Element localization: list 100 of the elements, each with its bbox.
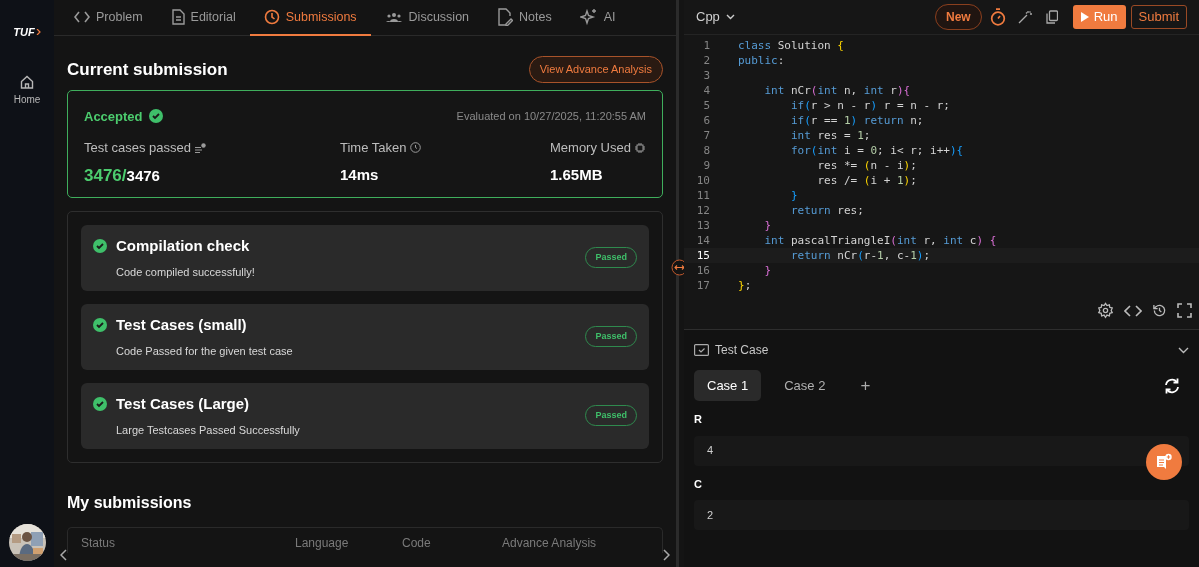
code-line: return nCr(r-1, c-1); <box>789 248 931 263</box>
checkbox-window-icon <box>694 344 709 356</box>
stat-value: 1.65MB <box>550 164 604 185</box>
refresh-icon[interactable] <box>1163 376 1181 395</box>
chevron-right-icon[interactable] <box>662 549 670 561</box>
column-header: Code <box>402 535 432 552</box>
stat-value: 14ms <box>340 164 380 185</box>
check-circle-icon <box>93 397 107 412</box>
tab[interactable]: Submissions <box>249 0 371 36</box>
add-case-button[interactable]: + <box>860 377 871 394</box>
magic-wand-icon[interactable] <box>1017 10 1032 24</box>
note-plus-icon <box>1155 453 1173 471</box>
chip-icon <box>634 142 645 153</box>
sidebar-item[interactable]: Home <box>9 70 45 111</box>
input-field[interactable]: 4 <box>694 435 1189 466</box>
language-dropdown[interactable]: Cpp <box>696 7 735 27</box>
input-label: R <box>694 412 703 427</box>
stat-label: Memory Used <box>550 139 631 157</box>
document-icon <box>170 9 185 25</box>
history-icon[interactable] <box>1152 303 1167 318</box>
code-icon <box>74 11 90 23</box>
copy-icon[interactable] <box>1045 10 1058 24</box>
check-circle-icon <box>148 109 163 124</box>
tab[interactable]: AI <box>565 0 630 36</box>
code-icon[interactable] <box>1124 304 1142 317</box>
tab[interactable]: Discussion <box>370 0 484 36</box>
logo[interactable]: TUF <box>13 24 35 41</box>
line-number: 16 <box>695 263 710 278</box>
case-tab[interactable]: Case 1 <box>694 370 762 401</box>
line-number: 4 <box>702 83 710 98</box>
settings-icon[interactable] <box>1097 302 1114 319</box>
tab[interactable]: Editorial <box>156 0 250 36</box>
code-line: } <box>763 218 772 233</box>
stopwatch-icon[interactable] <box>989 8 1006 26</box>
clock-icon <box>263 9 280 25</box>
code-line: for(int i = 0; i< r; i++){ <box>789 143 964 158</box>
column-header: Language <box>295 535 350 552</box>
fullscreen-icon[interactable] <box>1177 303 1192 318</box>
people-icon <box>384 11 403 23</box>
stat-value: 3476/3476 <box>84 164 161 187</box>
line-number: 1 <box>702 38 710 53</box>
new-button[interactable]: New <box>935 4 982 30</box>
code-line: int res = 1; <box>789 128 871 143</box>
code-line: if(r > n - r) r = n - r; <box>789 98 950 113</box>
stat-label: Time Taken <box>340 139 407 157</box>
status-label: Accepted <box>84 107 143 126</box>
line-number: 3 <box>702 68 710 83</box>
sparkle-icon <box>579 8 598 26</box>
column-header: Status <box>81 535 117 552</box>
home-icon <box>20 74 34 89</box>
play-icon <box>1080 12 1089 22</box>
input-label: C <box>694 476 703 492</box>
evaluated-time: Evaluated on 10/27/2025, 11:20:55 AM <box>456 109 646 124</box>
check-detail: Code compiled successfully! <box>116 264 256 280</box>
line-number: 8 <box>702 143 710 158</box>
chevron-left-icon[interactable] <box>60 549 68 561</box>
stat-label: Test cases passed <box>84 139 191 157</box>
check-detail: Code Passed for the given test case <box>116 343 294 359</box>
code-line: class Solution { <box>738 38 844 53</box>
line-number: 11 <box>695 188 710 203</box>
input-field[interactable]: 2 <box>694 500 1189 530</box>
submit-button[interactable]: Submit <box>1130 5 1187 29</box>
panel-title: Test Case <box>715 342 769 359</box>
tab[interactable]: Notes <box>483 0 566 36</box>
code-line: res *= (n - i); <box>816 158 917 173</box>
analysis-button[interactable]: View Advance Analysis <box>528 56 663 83</box>
clock-icon <box>410 142 422 154</box>
line-number: 15 <box>695 248 710 263</box>
section-heading: My submissions <box>67 492 193 513</box>
check-title: Test Cases (small) <box>116 315 247 335</box>
tab[interactable]: Problem <box>60 0 157 36</box>
line-number: 17 <box>695 278 710 293</box>
check-title: Test Cases (Large) <box>116 394 250 414</box>
code-line: return res; <box>789 203 864 218</box>
code-line: } <box>789 188 798 203</box>
line-number: 12 <box>695 203 710 218</box>
code-line: }; <box>738 278 752 293</box>
code-line: } <box>763 263 772 278</box>
column-header: Advance Analysis <box>502 535 597 552</box>
line-number: 13 <box>695 218 710 233</box>
section-heading: Current submission <box>67 58 228 81</box>
check-circle-icon <box>93 318 107 333</box>
code-line: int nCr(int n, int r){ <box>763 83 911 98</box>
check-circle-icon <box>93 239 107 254</box>
check-title: Compilation check <box>116 236 250 256</box>
check-detail: Large Testcases Passed Successfully <box>116 422 301 438</box>
code-line: int pascalTriangleI(int r, int c) { <box>763 233 997 248</box>
chevron-down-icon <box>725 14 735 20</box>
chevron-icon <box>35 29 41 36</box>
line-number: 14 <box>695 233 710 248</box>
code-line: if(r == 1) return n; <box>789 113 924 128</box>
line-number: 6 <box>702 113 710 128</box>
case-tab[interactable]: Case 2 <box>771 370 839 401</box>
line-number: 5 <box>702 98 710 113</box>
note-edit-icon <box>497 8 514 26</box>
line-number: 7 <box>702 128 710 143</box>
line-number: 9 <box>702 158 710 173</box>
line-number: 2 <box>702 53 710 68</box>
code-line: res /= (i + 1); <box>816 173 917 188</box>
chevron-down-icon[interactable] <box>1178 346 1189 354</box>
